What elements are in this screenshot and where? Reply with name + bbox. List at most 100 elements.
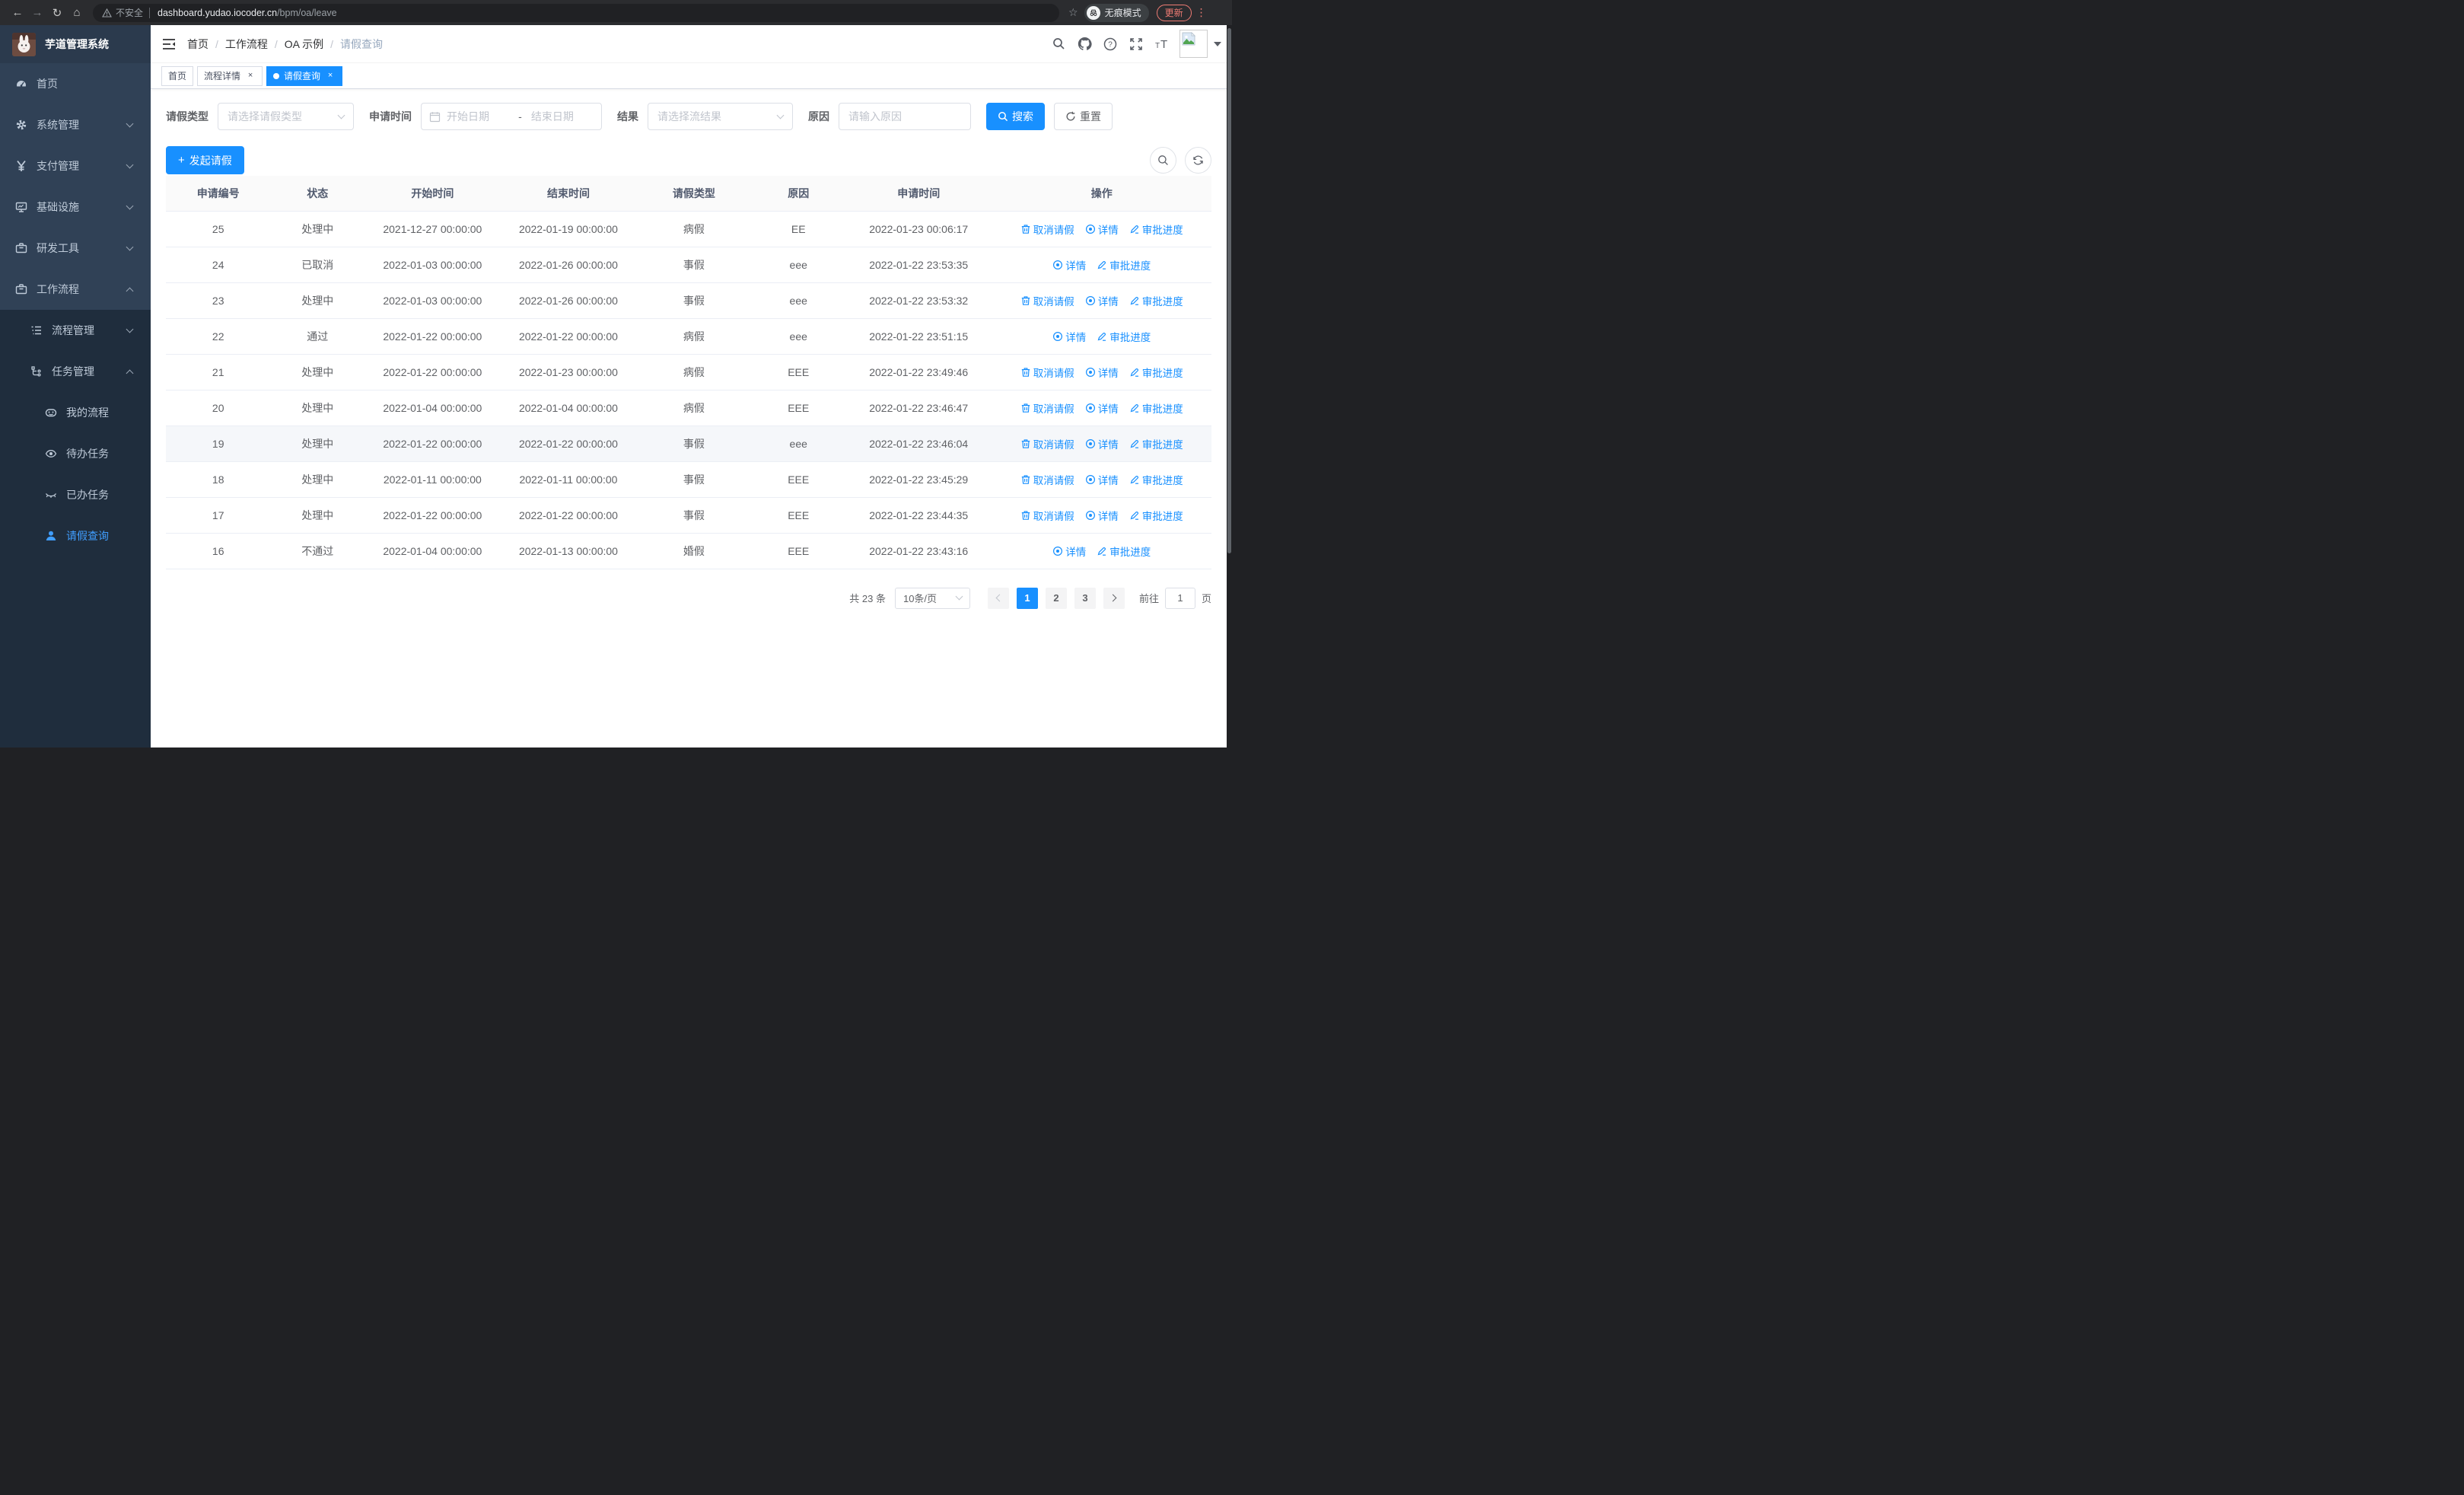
row-action-link[interactable]: 详情 <box>1085 472 1119 487</box>
action-label: 详情 <box>1097 224 1119 236</box>
leave-type-select[interactable]: 请选择请假类型 <box>218 103 354 130</box>
sidebar-menu-item[interactable]: 支付管理 <box>0 145 151 186</box>
svg-text:T: T <box>1155 42 1160 50</box>
next-page-button[interactable] <box>1103 587 1125 609</box>
browser-forward-button[interactable]: → <box>27 3 47 23</box>
tag[interactable]: 请假查询 × <box>266 65 343 86</box>
row-action-link[interactable]: 审批进度 <box>1129 472 1183 487</box>
prev-page-button[interactable] <box>987 587 1009 609</box>
breadcrumb-item[interactable]: / 工作流程 <box>209 37 268 52</box>
page-number-button[interactable]: 2 <box>1045 587 1067 609</box>
cell-apply-time: 2022-01-22 23:44:35 <box>845 497 992 534</box>
sidebar-fold-icon[interactable] <box>151 25 187 62</box>
bookmark-star-icon[interactable]: ☆ <box>1068 6 1078 19</box>
browser-back-button[interactable]: ← <box>8 3 27 23</box>
sidebar-menu-item[interactable]: 工作流程 <box>0 269 151 310</box>
tag-close-icon[interactable]: × <box>245 71 256 81</box>
row-action-link[interactable]: 取消请假 <box>1020 472 1074 487</box>
date-range-input[interactable]: 开始日期 - 结束日期 <box>421 103 602 130</box>
row-action-link[interactable]: 审批进度 <box>1129 400 1183 416</box>
action-label: 详情 <box>1065 546 1087 558</box>
hide-search-icon[interactable] <box>1150 147 1176 174</box>
browser-menu-icon[interactable]: ⋮ <box>1196 6 1207 19</box>
tag-close-icon[interactable]: × <box>325 71 336 81</box>
row-action-link[interactable]: 取消请假 <box>1020 222 1074 237</box>
create-leave-button[interactable]: + 发起请假 <box>166 146 244 174</box>
row-action-link[interactable]: 取消请假 <box>1020 508 1074 523</box>
row-action-link[interactable]: 取消请假 <box>1020 400 1074 416</box>
scrollbar-thumb[interactable] <box>1227 28 1231 553</box>
page-size-select[interactable]: 10条/页 <box>894 587 970 609</box>
sidebar-menu-item[interactable]: 已办任务 <box>0 474 151 515</box>
goto-page-input[interactable]: 1 <box>1164 587 1195 609</box>
result-select[interactable]: 请选择流结果 <box>648 103 793 130</box>
row-action-link[interactable]: 详情 <box>1085 222 1119 237</box>
sidebar-menu-item[interactable]: 流程管理 <box>0 310 151 351</box>
row-action-link[interactable]: 详情 <box>1052 329 1086 344</box>
github-icon[interactable] <box>1071 31 1097 57</box>
sidebar-menu-item[interactable]: 研发工具 <box>0 228 151 269</box>
menu-item-label: 我的流程 <box>66 406 109 419</box>
row-action-link[interactable]: 审批进度 <box>1097 543 1151 559</box>
tag[interactable]: 流程详情 × <box>197 65 263 86</box>
search-icon[interactable] <box>1046 31 1071 57</box>
row-action-link[interactable]: 审批进度 <box>1097 329 1151 344</box>
sidebar-menu-item[interactable]: 我的流程 <box>0 392 151 433</box>
search-button[interactable]: 搜索 <box>986 103 1045 130</box>
sidebar-menu-item[interactable]: 请假查询 <box>0 515 151 556</box>
font-size-icon[interactable]: TT <box>1149 31 1175 57</box>
row-action-link[interactable]: 取消请假 <box>1020 436 1074 451</box>
sidebar-menu-item[interactable]: 首页 <box>0 63 151 104</box>
row-action-link[interactable]: 详情 <box>1085 508 1119 523</box>
cell-id: 23 <box>166 282 271 319</box>
cell-actions: 取消请假 详情 审批进度 <box>992 390 1211 426</box>
table-header-cell: 申请时间 <box>845 176 992 212</box>
app-logo-row[interactable]: 芋道管理系统 <box>0 25 151 63</box>
row-action-link[interactable]: 详情 <box>1052 257 1086 273</box>
caret-down-icon <box>1214 42 1221 46</box>
row-action-link[interactable]: 审批进度 <box>1129 436 1183 451</box>
row-action-link[interactable]: 审批进度 <box>1129 508 1183 523</box>
sidebar-menu-item[interactable]: 基础设施 <box>0 186 151 228</box>
row-action-link[interactable]: 详情 <box>1085 293 1119 308</box>
browser-reload-button[interactable]: ↻ <box>47 3 67 23</box>
breadcrumb-item[interactable]: / 请假查询 <box>323 37 383 52</box>
cell-reason: EEE <box>751 354 846 390</box>
page-number-button[interactable]: 1 <box>1016 587 1038 609</box>
menu-item-label: 首页 <box>37 78 58 90</box>
reset-button[interactable]: 重置 <box>1054 103 1113 130</box>
sidebar-menu-item[interactable]: 系统管理 <box>0 104 151 145</box>
browser-home-button[interactable]: ⌂ <box>67 3 87 23</box>
fullscreen-icon[interactable] <box>1123 31 1149 57</box>
address-bar[interactable]: 不安全 dashboard.yudao.iocoder.cn /bpm/oa/l… <box>93 3 1059 22</box>
user-avatar-menu[interactable] <box>1179 30 1221 58</box>
row-action-link[interactable]: 详情 <box>1085 365 1119 380</box>
refresh-icon[interactable] <box>1185 147 1211 174</box>
breadcrumb-item[interactable]: / 首页 <box>187 37 209 52</box>
breadcrumb-item[interactable]: / OA 示例 <box>268 37 323 52</box>
cell-leave-type: 事假 <box>636 247 752 283</box>
calendar-icon <box>429 111 441 123</box>
browser-update-button[interactable]: 更新 <box>1156 4 1192 21</box>
cell-end-time: 2022-01-26 00:00:00 <box>500 282 637 319</box>
cell-start-time: 2022-01-22 00:00:00 <box>365 354 501 390</box>
cell-start-time: 2022-01-22 00:00:00 <box>365 497 501 534</box>
row-action-link[interactable]: 审批进度 <box>1129 365 1183 380</box>
reason-input[interactable]: 请输入原因 <box>839 103 971 130</box>
help-icon[interactable]: ? <box>1097 31 1123 57</box>
sidebar-menu-item[interactable]: 任务管理 <box>0 351 151 392</box>
row-action-link[interactable]: 详情 <box>1085 400 1119 416</box>
row-action-link[interactable]: 取消请假 <box>1020 293 1074 308</box>
row-action-link[interactable]: 详情 <box>1052 543 1086 559</box>
browser-scrollbar[interactable] <box>1227 25 1232 748</box>
row-action-link[interactable]: 详情 <box>1085 436 1119 451</box>
page-number-button[interactable]: 3 <box>1074 587 1096 609</box>
tag[interactable]: 首页 <box>161 65 194 86</box>
row-action-link[interactable]: 审批进度 <box>1129 293 1183 308</box>
filter-reason: 原因 请输入原因 <box>808 103 971 130</box>
row-action-link[interactable]: 审批进度 <box>1097 257 1151 273</box>
row-action-link[interactable]: 取消请假 <box>1020 365 1074 380</box>
cell-id: 22 <box>166 318 271 355</box>
sidebar-menu-item[interactable]: 待办任务 <box>0 433 151 474</box>
row-action-link[interactable]: 审批进度 <box>1129 222 1183 237</box>
